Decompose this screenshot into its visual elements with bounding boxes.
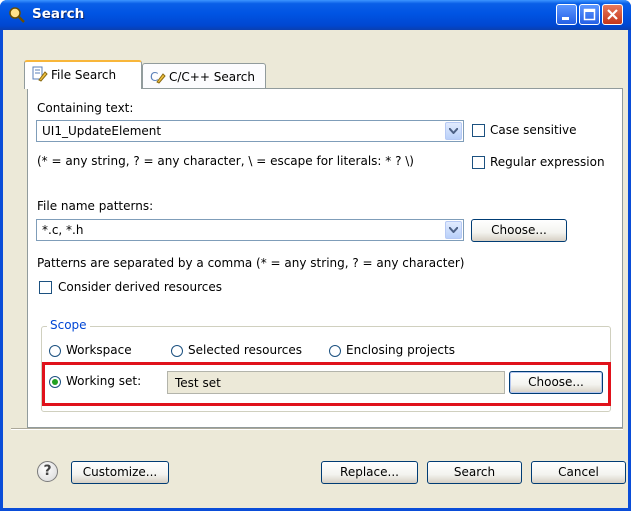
containing-text-combo[interactable]: UI1_UpdateElement	[36, 120, 464, 142]
help-icon[interactable]: ?	[37, 461, 58, 482]
selected-resources-radio[interactable]	[171, 345, 183, 357]
close-button[interactable]	[602, 4, 623, 25]
search-button[interactable]: Search	[427, 461, 522, 484]
case-sensitive-label: Case sensitive	[490, 123, 577, 137]
chevron-down-icon[interactable]	[445, 122, 462, 140]
tab-file-search[interactable]: File Search	[24, 60, 142, 89]
tab-cpp-search-label: C/C++ Search	[169, 70, 255, 84]
workspace-label: Workspace	[66, 343, 132, 357]
tab-cpp-search[interactable]: C C/C++ Search	[142, 63, 266, 88]
choose-patterns-button[interactable]: Choose...	[471, 219, 567, 242]
window-title: Search	[32, 6, 85, 22]
minimize-button[interactable]	[556, 4, 577, 25]
file-patterns-value: *.c, *.h	[42, 223, 84, 237]
file-patterns-combo[interactable]: *.c, *.h	[36, 219, 464, 241]
replace-button[interactable]: Replace...	[321, 461, 418, 484]
derived-resources-checkbox[interactable]	[39, 281, 52, 294]
workspace-radio[interactable]	[49, 345, 61, 357]
scope-legend: Scope	[47, 318, 90, 332]
regex-checkbox[interactable]	[472, 156, 485, 169]
enclosing-projects-radio[interactable]	[329, 345, 341, 357]
file-patterns-label: File name patterns:	[37, 199, 154, 213]
cpp-search-icon: C	[150, 70, 166, 84]
file-patterns-hint: Patterns are separated by a comma (* = a…	[37, 256, 465, 270]
separator	[11, 428, 623, 430]
maximize-button[interactable]	[579, 4, 600, 25]
close-icon	[607, 9, 618, 20]
selected-resources-label: Selected resources	[188, 343, 302, 357]
title-bar[interactable]: Search	[0, 0, 631, 30]
file-search-icon	[32, 66, 48, 82]
tab-file-search-label: File Search	[51, 68, 117, 82]
enclosing-projects-label: Enclosing projects	[346, 343, 455, 357]
containing-text-value: UI1_UpdateElement	[42, 124, 162, 138]
case-sensitive-checkbox[interactable]	[472, 124, 485, 137]
search-dialog: Search File Search C C/C++ Search Contai…	[0, 0, 631, 511]
regex-label: Regular expression	[490, 155, 605, 169]
cancel-button[interactable]: Cancel	[531, 461, 626, 484]
chevron-down-icon[interactable]	[445, 221, 462, 239]
search-app-icon	[9, 7, 25, 23]
containing-text-label: Containing text:	[37, 101, 134, 115]
working-set-highlight	[42, 362, 611, 406]
derived-resources-label: Consider derived resources	[58, 280, 222, 294]
maximize-icon	[583, 8, 596, 21]
customize-button[interactable]: Customize...	[71, 461, 169, 484]
minimize-icon	[562, 17, 569, 20]
containing-text-hint: (* = any string, ? = any character, \ = …	[37, 154, 414, 168]
